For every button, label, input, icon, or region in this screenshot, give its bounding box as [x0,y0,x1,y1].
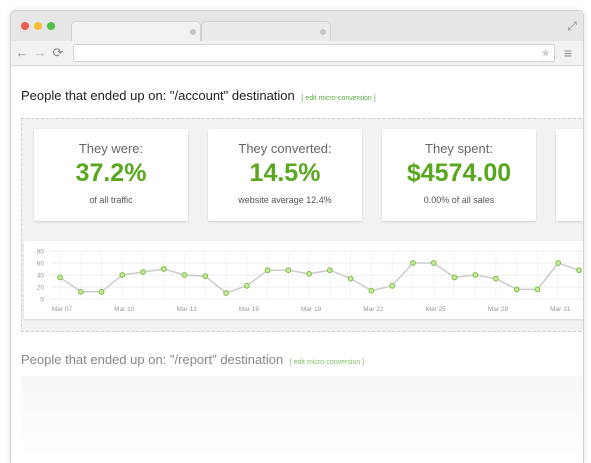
x-tick-label: Mar 13 [176,306,197,313]
stat-card-value: 14.5% [249,159,321,187]
section-title-text: People that ended up on: "/account" dest… [21,88,295,103]
data-point [555,260,562,266]
stat-card-subtext: website average 12.4% [238,195,332,205]
data-point [57,274,63,281]
edit-micro-conversion-link[interactable]: [ edit micro-conversion ] [290,359,364,366]
data-point [202,273,209,280]
x-tick-label: Mar 28 [488,306,509,313]
collapsed-report-panel [21,376,583,456]
page-content: People that ended up on: "/account" dest… [11,66,583,463]
section-title-text: People that ended up on: "/report" desti… [21,352,284,367]
series-line [59,262,580,294]
data-point [264,267,271,274]
stat-card-label: They were: [78,141,144,156]
data-point [347,275,354,282]
stat-card-spent: They spent: $4574.00 0.00% of all sales [382,129,536,221]
x-tick-label: Mar 07 [52,306,73,313]
data-point [285,267,292,274]
reload-icon[interactable]: ⟳ [51,44,65,62]
minimize-window-dot[interactable] [34,22,42,30]
stat-card-traffic: They were: 37.2% of all traffic [34,129,188,221]
stat-card-label: They spent: [425,141,493,156]
y-tick-label: 40 [37,273,45,280]
tab-close-icon[interactable] [320,29,326,35]
y-tick-label: 60 [37,261,45,268]
stat-card-subtext: of all traffic [89,195,133,205]
data-point [306,270,313,277]
section-title-report: People that ended up on: "/report" desti… [21,352,364,367]
back-arrow-icon[interactable]: ← [15,44,29,62]
browser-tab-2[interactable] [201,21,331,43]
address-bar[interactable]: ★ [73,44,555,62]
data-point [451,274,458,281]
data-point [140,269,146,275]
data-point [98,288,105,295]
data-point [243,282,250,289]
x-tick-label: Mar 25 [426,306,447,313]
data-point [77,288,84,295]
edit-micro-conversion-link[interactable]: [ edit micro-conversion ] [301,95,375,102]
data-point [389,282,396,289]
stat-card-value: 37.2% [75,159,147,187]
data-point [368,287,375,294]
tab-close-icon[interactable] [190,29,196,35]
stat-card-label: They converted: [238,141,332,156]
stat-card-partial [556,129,583,221]
browser-tab-1[interactable] [71,21,201,43]
menu-icon[interactable]: ≡ [561,44,575,62]
stat-card-subtext: 0.00% of all sales [423,195,495,205]
y-tick-label: 80 [37,249,45,256]
data-point [223,290,229,296]
x-tick-label: Mar 22 [363,306,384,313]
y-tick-label: 0 [40,297,44,304]
x-tick-label: Mar 31 [550,306,571,313]
data-point [326,267,333,274]
y-tick-label: 20 [37,285,45,292]
section-title-account: People that ended up on: "/account" dest… [21,88,376,103]
browser-toolbar: ← → ⟳ ★ ≡ [11,41,583,66]
forward-arrow-icon[interactable]: → [33,44,47,62]
tab-bar: ⤢ [11,11,583,43]
x-tick-label: Mar 19 [301,306,322,313]
data-point [181,272,188,278]
stat-card-value: $4574.00 [406,159,512,187]
fullscreen-icon[interactable]: ⤢ [565,17,579,35]
bookmark-star-icon[interactable]: ★ [540,45,551,61]
line-chart: 80 60 40 20 0 Mar 07 Mar 10 Mar 13 Mar 16 Mar 19 M… [37,249,583,313]
data-point [430,260,437,266]
data-point [119,272,126,278]
data-point [576,267,582,274]
browser-window: ⤢ ← → ⟳ ★ ≡ People that ended up on: "/a… [10,10,584,463]
trend-chart: 80 60 40 20 0 Mar 07 Mar 10 Mar 13 Mar 16 Mar 19 M… [24,241,583,319]
close-window-dot[interactable] [21,22,29,30]
data-point [513,286,520,293]
data-point [493,275,499,282]
data-point [472,272,479,278]
x-tick-label: Mar 16 [239,306,260,313]
stats-panel: They were: 37.2% of all traffic They con… [21,118,583,332]
maximize-window-dot[interactable] [47,22,55,30]
data-point [160,266,167,272]
stat-card-conversion: They converted: 14.5% website average 12… [208,129,362,221]
data-point [534,286,541,293]
data-point [410,260,416,266]
x-tick-label: Mar 10 [114,306,135,313]
